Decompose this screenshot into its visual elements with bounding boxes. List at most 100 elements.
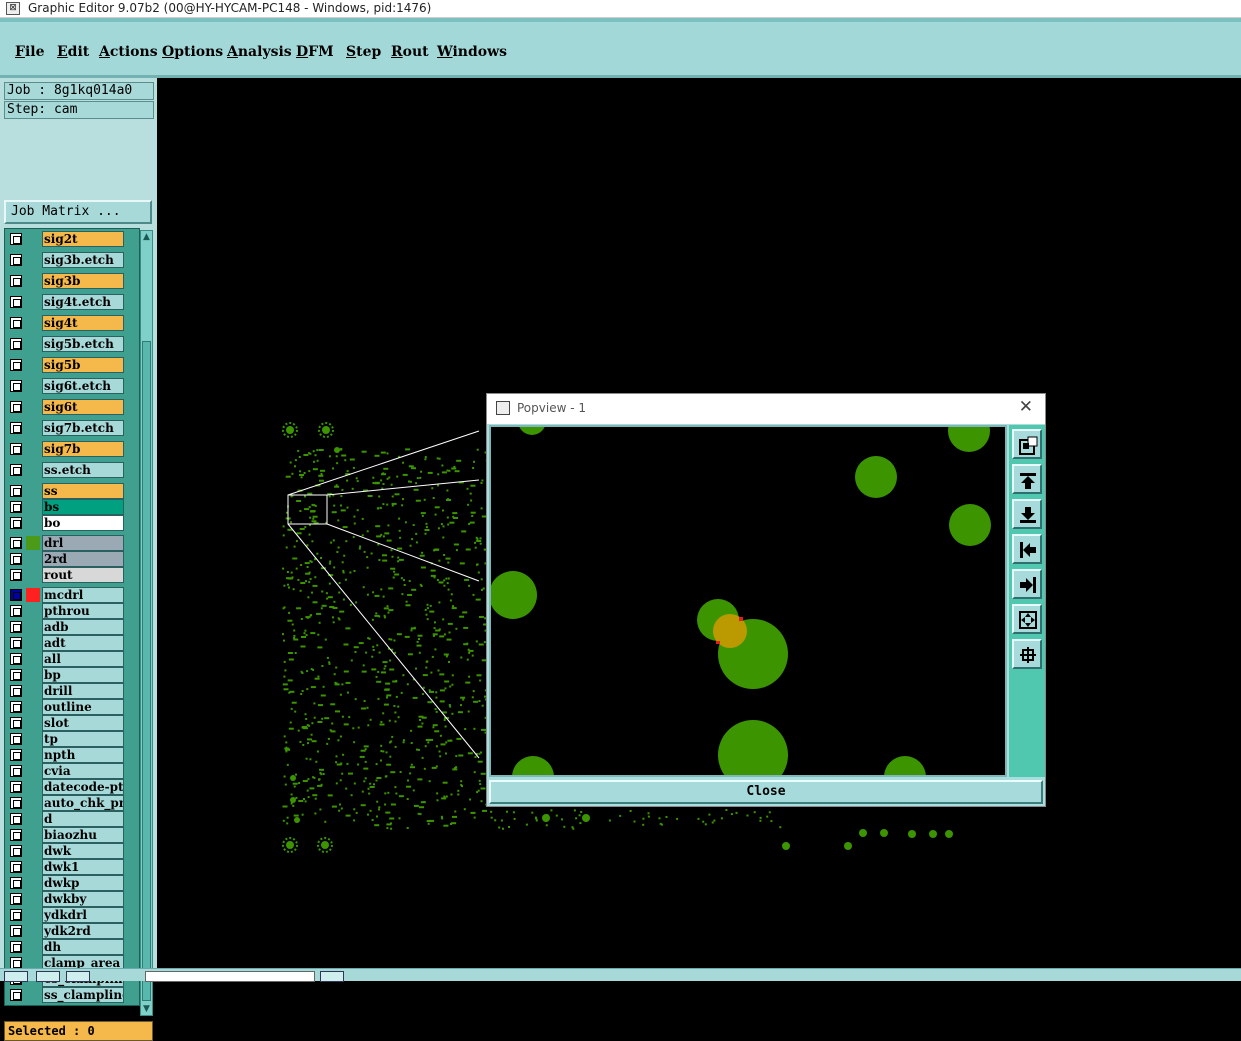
layer-row[interactable]: sig6t.etch [5,378,139,394]
layer-name[interactable]: tp [42,731,124,747]
layer-row[interactable]: dwk1 [5,859,139,875]
layer-row[interactable]: sig2t [5,231,139,247]
layer-display-checkbox[interactable] [10,517,22,529]
status-button[interactable] [4,971,28,982]
menu-rout[interactable]: Rout [391,44,429,60]
layer-row[interactable]: all [5,651,139,667]
layer-name[interactable]: ydk2rd [42,923,124,939]
layer-row[interactable]: sig5b.etch [5,336,139,352]
layer-row[interactable]: pthrou [5,603,139,619]
step-name[interactable]: Step: cam [4,101,154,119]
layer-list[interactable]: sig2t sig3b.etch sig3b sig4t.etch sig4t sig5b… [4,228,140,1006]
layer-row[interactable]: sig4t.etch [5,294,139,310]
layer-name[interactable]: mcdrl [42,587,124,603]
layer-display-checkbox[interactable] [10,401,22,413]
layer-name[interactable]: sig7b [42,441,124,457]
zoom-window-button[interactable] [1012,429,1042,459]
popview-zoom-view[interactable] [491,427,1005,775]
layer-display-checkbox[interactable] [10,685,22,697]
layer-display-checkbox[interactable] [10,422,22,434]
layer-display-checkbox[interactable] [10,485,22,497]
scroll-up-icon[interactable]: ▲ [141,231,152,243]
layer-row[interactable]: dwkp [5,875,139,891]
layer-display-checkbox[interactable] [10,296,22,308]
layer-name[interactable]: drl [42,535,124,551]
status-button[interactable] [36,971,60,982]
layer-name[interactable]: rout [42,567,124,583]
layer-display-checkbox[interactable] [10,653,22,665]
layer-name[interactable]: ss [42,483,124,499]
layer-name[interactable]: ydkdrl [42,907,124,923]
layer-name[interactable]: dwkp [42,875,124,891]
layer-row[interactable]: slot [5,715,139,731]
layer-row[interactable]: rout [5,567,139,583]
layer-name[interactable]: biaozhu [42,827,124,843]
layer-display-checkbox[interactable] [10,733,22,745]
layer-row[interactable]: drl [5,535,139,551]
layer-row[interactable]: sig7b.etch [5,420,139,436]
popview-canvas[interactable] [489,425,1007,777]
layer-name[interactable]: dwk [42,843,124,859]
menu-edit[interactable]: Edit [57,44,89,60]
layer-name[interactable]: ss.etch [42,462,124,478]
layer-display-checkbox[interactable] [10,813,22,825]
layer-row[interactable]: d [5,811,139,827]
layer-display-checkbox[interactable] [10,669,22,681]
layer-display-checkbox[interactable] [10,621,22,633]
layer-display-checkbox[interactable] [10,254,22,266]
layer-row[interactable]: sig3b.etch [5,252,139,268]
layer-display-checkbox[interactable] [10,317,22,329]
layer-display-checkbox[interactable] [10,359,22,371]
layer-name[interactable]: sig7b.etch [42,420,124,436]
layer-display-checkbox[interactable] [10,781,22,793]
layer-display-checkbox[interactable] [10,501,22,513]
layer-row[interactable]: datecode-pte [5,779,139,795]
layer-name[interactable]: d [42,811,124,827]
status-button[interactable] [320,971,344,982]
layer-row[interactable]: tp [5,731,139,747]
layer-row[interactable]: adb [5,619,139,635]
layer-row[interactable]: bp [5,667,139,683]
layer-name[interactable]: adb [42,619,124,635]
layer-row[interactable]: cvia [5,763,139,779]
layer-display-checkbox[interactable] [10,443,22,455]
layer-display-checkbox[interactable] [10,989,22,1001]
menu-options[interactable]: Options [162,44,223,60]
layer-name[interactable]: sig4t [42,315,124,331]
popview-titlebar[interactable]: Popview - 1 ✕ [487,394,1045,424]
layer-name[interactable]: bp [42,667,124,683]
layer-display-checkbox[interactable] [10,537,22,549]
layer-name[interactable]: slot [42,715,124,731]
menu-file[interactable]: File [15,44,45,60]
layer-display-checkbox[interactable] [10,925,22,937]
layer-display-checkbox[interactable] [10,569,22,581]
layer-name[interactable]: sig3b [42,273,124,289]
layer-row[interactable]: 2rd [5,551,139,567]
layer-display-checkbox[interactable] [10,909,22,921]
layer-display-checkbox[interactable] [10,877,22,889]
layer-row[interactable]: adt [5,635,139,651]
layer-display-checkbox[interactable] [10,605,22,617]
layer-name[interactable]: sig5b.etch [42,336,124,352]
layer-row[interactable]: npth [5,747,139,763]
scroll-thumb[interactable] [142,341,151,1001]
layer-display-checkbox[interactable] [10,589,22,601]
layer-name[interactable]: auto_chk_pn [42,795,124,811]
layer-name[interactable]: all [42,651,124,667]
layer-display-checkbox[interactable] [10,941,22,953]
layer-display-checkbox[interactable] [10,829,22,841]
layer-name[interactable]: datecode-pte [42,779,124,795]
layer-name[interactable]: npth [42,747,124,763]
layer-name[interactable]: 2rd [42,551,124,567]
layer-row[interactable]: dwk [5,843,139,859]
layer-row[interactable]: ss [5,483,139,499]
layer-display-checkbox[interactable] [10,637,22,649]
layer-row[interactable]: bs [5,499,139,515]
status-input[interactable] [145,971,315,982]
layer-name[interactable]: cvia [42,763,124,779]
layer-row[interactable]: auto_chk_pn [5,795,139,811]
menu-analysis[interactable]: Analysis [227,44,292,60]
layer-display-checkbox[interactable] [10,553,22,565]
layer-row[interactable]: ss.etch [5,462,139,478]
layer-display-checkbox[interactable] [10,717,22,729]
